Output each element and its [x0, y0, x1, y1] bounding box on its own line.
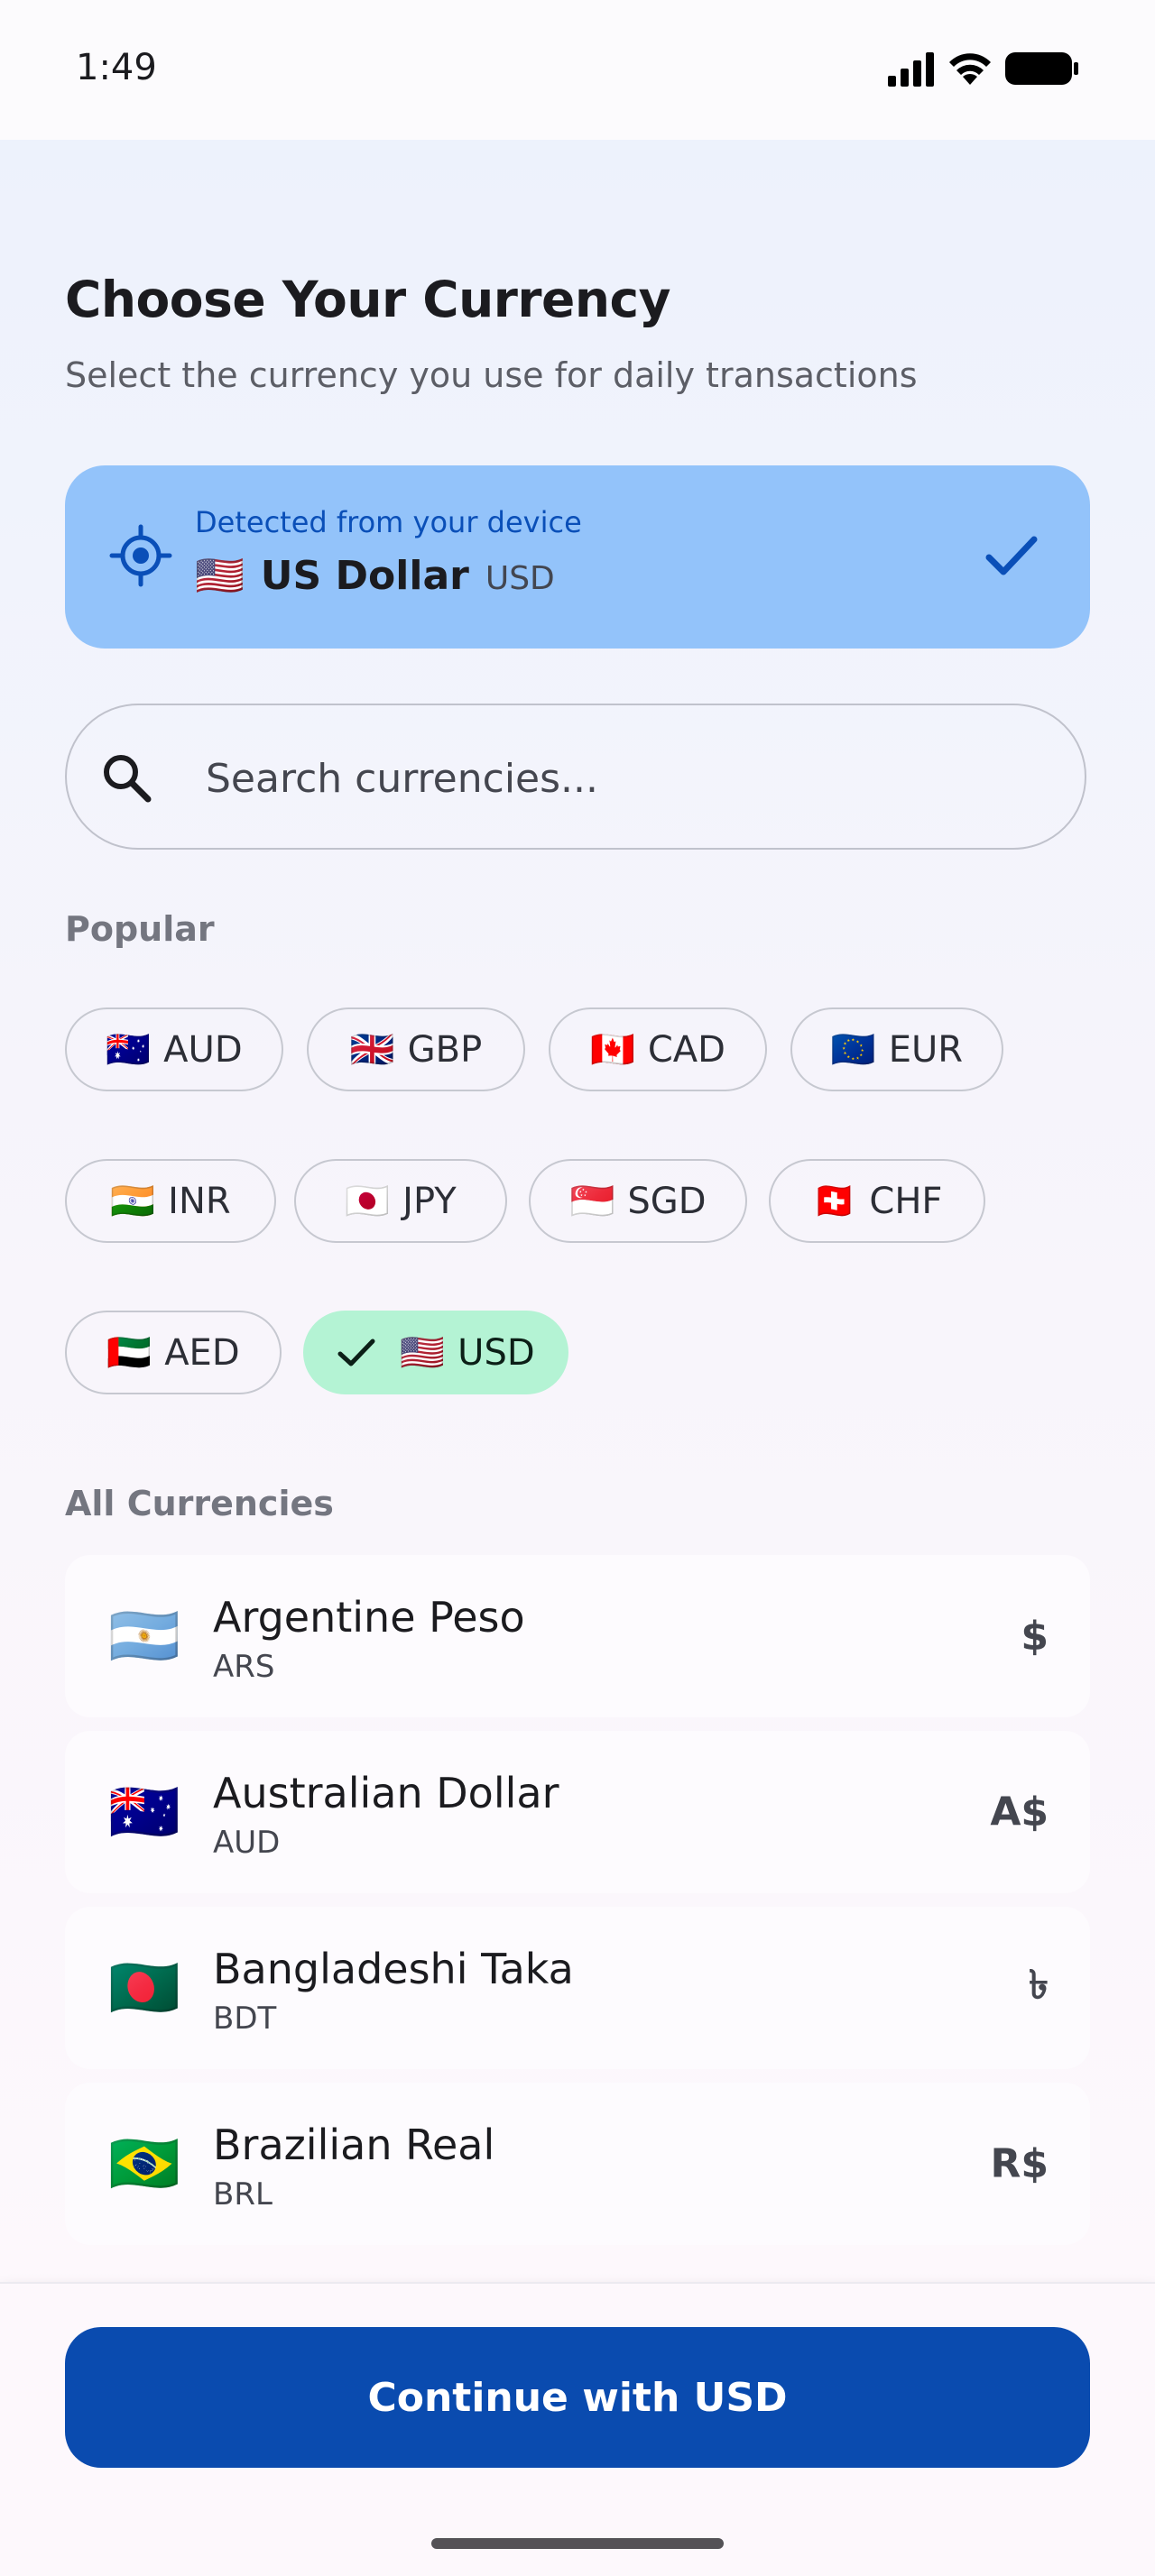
japan-flag-icon: 🇯🇵	[345, 1181, 391, 1222]
check-icon	[337, 1339, 375, 1366]
all-currencies-section-label: All Currencies	[65, 1484, 334, 1523]
currency-item-bdt[interactable]: 🇧🇩 Bangladeshi Taka BDT ৳	[65, 1907, 1090, 2069]
currency-item-aud[interactable]: 🇦🇺 Australian Dollar AUD A$	[65, 1731, 1090, 1893]
detected-currency-code: USD	[485, 560, 555, 597]
chip-cad[interactable]: 🇨🇦 CAD	[549, 1007, 767, 1091]
status-icons	[886, 51, 1079, 87]
chip-label: USD	[457, 1331, 535, 1374]
currency-item-ars[interactable]: 🇦🇷 Argentine Peso ARS $	[65, 1555, 1090, 1717]
currency-name: Argentine Peso	[213, 1593, 525, 1642]
app-root: 1:49 Choose Your Currency Select the cur…	[0, 0, 1155, 2576]
home-indicator[interactable]	[431, 2538, 724, 2549]
india-flag-icon: 🇮🇳	[110, 1181, 156, 1222]
currency-symbol: $	[1021, 1613, 1049, 1660]
chip-label: EUR	[888, 1028, 964, 1071]
chip-gbp[interactable]: 🇬🇧 GBP	[307, 1007, 525, 1091]
chip-label: CHF	[869, 1180, 943, 1222]
uk-flag-icon: 🇬🇧	[349, 1029, 395, 1071]
chip-label: CAD	[647, 1028, 725, 1071]
uae-flag-icon: 🇦🇪	[106, 1332, 152, 1374]
chip-aud[interactable]: 🇦🇺 AUD	[65, 1007, 283, 1091]
chip-label: JPY	[402, 1180, 457, 1222]
search-icon	[104, 755, 152, 803]
chip-aed[interactable]: 🇦🇪 AED	[65, 1311, 282, 1394]
currency-name: Bangladeshi Taka	[213, 1945, 574, 1993]
status-bar: 1:49	[0, 0, 1155, 140]
chip-usd-selected[interactable]: 🇺🇸 USD	[303, 1311, 568, 1394]
switzerland-flag-icon: 🇨🇭	[811, 1181, 857, 1222]
chip-label: INR	[168, 1180, 231, 1222]
chip-jpy[interactable]: 🇯🇵 JPY	[294, 1159, 507, 1243]
continue-button[interactable]: Continue with USD	[65, 2327, 1090, 2468]
wifi-icon	[949, 53, 991, 85]
location-target-icon	[109, 524, 172, 587]
currency-symbol: A$	[990, 1789, 1049, 1835]
currency-symbol: R$	[990, 2140, 1049, 2187]
us-flag-icon: 🇺🇸	[195, 554, 245, 598]
status-time: 1:49	[76, 47, 157, 88]
currency-code: BRL	[213, 2176, 273, 2213]
chip-label: AED	[164, 1331, 240, 1374]
currency-code: ARS	[213, 1649, 275, 1685]
chip-label: AUD	[163, 1028, 243, 1071]
bangladesh-flag-icon: 🇧🇩	[108, 1955, 180, 2020]
currency-symbol: ৳	[1029, 1962, 1049, 2009]
brazil-flag-icon: 🇧🇷	[108, 2130, 180, 2196]
detected-currency-name: US Dollar	[260, 553, 469, 599]
eu-flag-icon: 🇪🇺	[830, 1029, 876, 1071]
popular-section-label: Popular	[65, 909, 215, 949]
us-flag-icon: 🇺🇸	[400, 1332, 446, 1374]
battery-icon	[1005, 52, 1078, 85]
currency-name: Brazilian Real	[213, 2121, 495, 2169]
cellular-signal-icon	[888, 52, 934, 87]
detected-currency: 🇺🇸 US Dollar USD	[195, 552, 555, 599]
currency-code: AUD	[213, 1825, 281, 1861]
page-title: Choose Your Currency	[65, 271, 670, 328]
chip-inr[interactable]: 🇮🇳 INR	[65, 1159, 276, 1243]
chip-label: GBP	[407, 1028, 483, 1071]
currency-item-brl[interactable]: 🇧🇷 Brazilian Real BRL R$	[65, 2083, 1090, 2245]
currency-code: BDT	[213, 2001, 277, 2037]
currency-name: Australian Dollar	[213, 1769, 559, 1817]
detected-label: Detected from your device	[195, 505, 582, 539]
australia-flag-icon: 🇦🇺	[106, 1029, 152, 1071]
chip-sgd[interactable]: 🇸🇬 SGD	[529, 1159, 747, 1243]
argentina-flag-icon: 🇦🇷	[108, 1603, 180, 1669]
search-input[interactable]	[204, 749, 1020, 808]
singapore-flag-icon: 🇸🇬	[569, 1181, 615, 1222]
chip-label: SGD	[627, 1180, 707, 1222]
check-icon	[985, 536, 1038, 575]
chip-eur[interactable]: 🇪🇺 EUR	[790, 1007, 1003, 1091]
canada-flag-icon: 🇨🇦	[590, 1029, 635, 1071]
chip-chf[interactable]: 🇨🇭 CHF	[769, 1159, 985, 1243]
australia-flag-icon: 🇦🇺	[108, 1779, 180, 1845]
page-subtitle: Select the currency you use for daily tr…	[65, 355, 918, 395]
